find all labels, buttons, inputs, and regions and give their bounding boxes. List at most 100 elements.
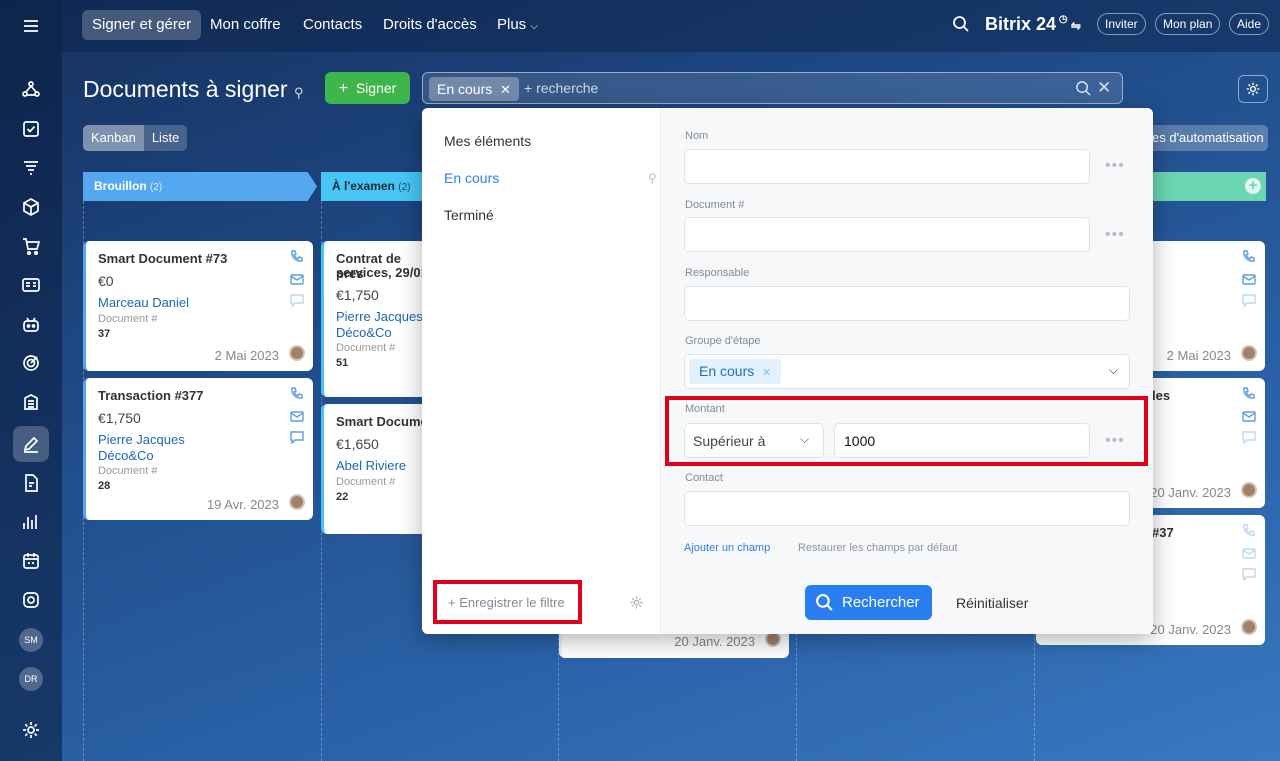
chat-icon[interactable]	[1242, 568, 1256, 582]
groupe-select[interactable]: En cours ✕ ⌵	[684, 354, 1130, 389]
contact-card-icon[interactable]	[18, 272, 44, 298]
view-kanban[interactable]: Kanban	[83, 125, 144, 151]
settings-icon[interactable]	[18, 717, 44, 743]
avatar[interactable]	[1241, 482, 1257, 498]
mail-icon[interactable]	[290, 273, 304, 286]
filter-icon[interactable]	[18, 155, 44, 181]
card-contact-link[interactable]: Marceau Daniel	[98, 295, 189, 310]
chip-close-icon[interactable]: ✕	[500, 82, 511, 97]
kanban-card[interactable]: Smart Docume €1,650 Abel Riviere Documen…	[321, 404, 431, 534]
document-input[interactable]	[684, 217, 1090, 252]
search-placeholder[interactable]: + recherche	[524, 80, 598, 96]
kanban-card[interactable]: Smart Document #73 €0 Marceau Daniel Doc…	[83, 241, 313, 371]
mail-icon[interactable]	[1242, 410, 1256, 423]
groupe-chip[interactable]: En cours ✕	[689, 359, 782, 384]
help-button[interactable]: Aide	[1229, 13, 1270, 35]
card-title-line2[interactable]: services, 29/01	[336, 265, 428, 280]
box-icon[interactable]	[18, 194, 44, 220]
sign-icon[interactable]	[13, 426, 49, 462]
search-bar[interactable]: En cours ✕ + recherche ✕	[422, 72, 1123, 104]
avatar[interactable]	[289, 494, 305, 510]
avatar[interactable]	[1241, 619, 1257, 635]
tab-droits-acces[interactable]: Droits d'accès	[373, 10, 487, 40]
chat-icon[interactable]	[1242, 431, 1256, 445]
nom-input[interactable]	[684, 149, 1090, 184]
card-title[interactable]: Transaction #377	[98, 388, 204, 403]
phone-icon[interactable]	[1242, 524, 1256, 537]
cart-icon[interactable]	[18, 233, 44, 259]
avatar[interactable]	[289, 345, 305, 361]
phone-icon[interactable]	[1242, 387, 1256, 400]
card-title[interactable]: Smart Document #73	[98, 251, 227, 266]
avatar-dr[interactable]: DR	[19, 667, 43, 691]
filter-settings-icon[interactable]	[629, 595, 644, 615]
add-stage-icon[interactable]: +	[1245, 178, 1261, 194]
phone-icon[interactable]	[290, 387, 304, 400]
settings-toggle-icon[interactable]: ⇋	[1068, 19, 1081, 33]
card-contact-link[interactable]: Pierre Jacques	[98, 432, 185, 447]
phone-icon[interactable]	[290, 250, 304, 263]
search-chip[interactable]: En cours ✕	[429, 77, 519, 101]
tab-plus[interactable]: Plus ⌵	[487, 10, 548, 40]
kanban-card[interactable]: Contrat de pres services, 29/01 €1,750 P…	[321, 241, 431, 397]
analytics-icon[interactable]	[18, 509, 44, 535]
preset-mes-elements[interactable]: Mes éléments	[444, 133, 531, 149]
stage-terminated[interactable]: +	[1152, 172, 1266, 201]
document-edit-icon[interactable]	[18, 470, 44, 496]
target-icon[interactable]	[18, 350, 44, 376]
chat-icon[interactable]	[290, 431, 304, 445]
phone-icon[interactable]	[1242, 250, 1256, 263]
tab-mon-coffre[interactable]: Mon coffre	[200, 10, 291, 40]
preset-en-cours[interactable]: En cours	[444, 170, 499, 186]
page-settings-button[interactable]	[1238, 75, 1268, 103]
card-title[interactable]: #37	[1152, 525, 1174, 540]
disk-icon[interactable]	[18, 587, 44, 613]
responsable-input[interactable]	[684, 286, 1130, 321]
card-contact-link[interactable]: Pierre Jacques	[336, 309, 423, 324]
preset-termine[interactable]: Terminé	[444, 207, 494, 223]
card-contact-link[interactable]: Abel Riviere	[336, 458, 406, 473]
tab-signer-et-gerer[interactable]: Signer et gérer	[82, 10, 202, 40]
search-icon[interactable]	[952, 15, 970, 38]
avatar[interactable]	[1241, 345, 1257, 361]
robot-icon[interactable]	[18, 311, 44, 337]
restore-fields-link[interactable]: Restaurer les champs par défaut	[798, 542, 958, 554]
view-list[interactable]: Liste	[144, 125, 187, 151]
search-clear-icon[interactable]: ✕	[1097, 78, 1111, 98]
stage-brouillon[interactable]: Brouillon (2)	[83, 172, 317, 201]
more-icon[interactable]: •••	[1105, 157, 1125, 175]
chat-icon[interactable]	[290, 294, 304, 308]
avatar-sm[interactable]: SM	[19, 628, 43, 652]
chevron-down-icon[interactable]: ⌵	[1109, 363, 1118, 378]
mail-icon[interactable]	[290, 410, 304, 423]
mail-icon[interactable]	[1242, 273, 1256, 286]
crm-icon[interactable]	[18, 77, 44, 103]
calendar-icon[interactable]	[18, 548, 44, 574]
tasks-icon[interactable]	[18, 116, 44, 142]
mail-icon[interactable]	[1242, 547, 1256, 560]
kanban-card[interactable]: Transaction #377 €1,750 Pierre Jacques D…	[83, 378, 313, 520]
more-icon[interactable]: •••	[1105, 226, 1125, 244]
pin-icon[interactable]: ⚲	[294, 85, 304, 100]
add-field-link[interactable]: Ajouter un champ	[684, 542, 770, 554]
stage-a-l-examen[interactable]: À l'examen (2)	[321, 172, 431, 201]
tab-contacts[interactable]: Contacts	[293, 10, 372, 40]
my-plan-button[interactable]: Mon plan	[1155, 13, 1221, 35]
highlight-montant	[665, 396, 1148, 466]
invite-button[interactable]: Inviter	[1097, 13, 1146, 35]
automation-rules-button[interactable]: es d'automatisation	[1140, 125, 1268, 151]
search-magnifier-icon[interactable]	[1075, 80, 1092, 102]
search-button[interactable]: Rechercher	[805, 585, 932, 620]
card-company-link[interactable]: Déco&Co	[336, 325, 392, 340]
reset-button[interactable]: Réinitialiser	[956, 595, 1028, 611]
contact-input[interactable]	[684, 491, 1130, 526]
chip-close-icon[interactable]: ✕	[762, 367, 771, 379]
chat-icon[interactable]	[1242, 294, 1256, 308]
menu-icon[interactable]	[18, 13, 44, 39]
card-company-link[interactable]: Déco&Co	[98, 448, 154, 463]
building-icon[interactable]	[18, 389, 44, 415]
sign-button[interactable]: + Signer	[325, 72, 410, 104]
card-title[interactable]: Smart Docume	[336, 414, 428, 429]
card-title[interactable]: les	[1152, 388, 1170, 403]
pin-icon[interactable]: ⚲	[648, 171, 657, 185]
